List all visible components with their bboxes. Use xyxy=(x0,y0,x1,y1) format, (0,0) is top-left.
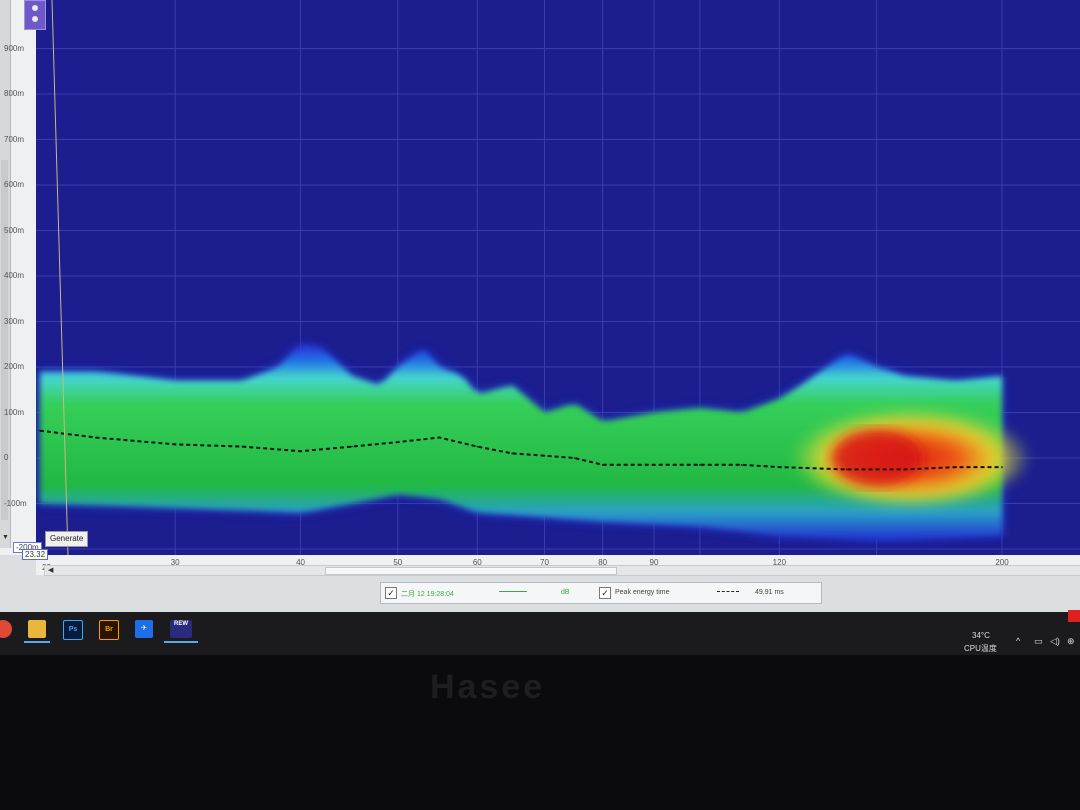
peak-energy-point xyxy=(241,445,244,448)
y-tick-label: 100m xyxy=(4,407,25,417)
spectrogram-plot[interactable] xyxy=(36,0,1080,555)
peak-energy-point xyxy=(397,441,399,443)
scroll-down-arrow-icon[interactable]: ▼ xyxy=(2,534,9,541)
peak-energy-point xyxy=(94,436,97,439)
peak-energy-point xyxy=(39,429,41,432)
chrome-icon[interactable] xyxy=(0,620,12,638)
cpu-temp-label: CPU温度 xyxy=(964,644,997,653)
y-tick-label: 0 xyxy=(4,453,9,462)
peak-energy-point xyxy=(740,464,743,466)
cursor-frequency-field[interactable]: 23.32 xyxy=(22,549,49,560)
peak-energy-point xyxy=(511,452,513,455)
feishu-icon[interactable]: ✈ xyxy=(135,620,153,638)
peak-energy-point xyxy=(1001,466,1003,468)
rew-window: ▼ 900m 800m 700m 600m 500m 400m 300m 200m 100m 0 -… xyxy=(0,0,1080,655)
peak-energy-point xyxy=(476,445,479,448)
peak-energy-point xyxy=(601,464,604,466)
rew-icon[interactable]: REW xyxy=(170,620,192,638)
chevron-up-icon[interactable]: ^ xyxy=(1016,636,1020,646)
network-icon[interactable]: ⊕ xyxy=(1067,636,1075,647)
temperature-readout: 34°C xyxy=(972,631,990,640)
y-tick-label: 600m xyxy=(4,180,25,189)
peak-energy-point xyxy=(438,436,441,439)
entry2-line-sample xyxy=(717,591,739,592)
battery-icon[interactable]: ▭ xyxy=(1034,636,1043,647)
y-tick-label: 700m xyxy=(4,134,25,144)
legend-panel: ✓ 二月 12 19:28:04 dB ✓ Peak energy time 4… xyxy=(380,582,822,604)
peak-energy-point xyxy=(955,466,957,468)
notification-badge-icon[interactable] xyxy=(1068,610,1080,622)
y-tick-label: 300m xyxy=(4,316,25,326)
bridge-icon[interactable]: Br xyxy=(99,620,119,640)
photoshop-icon[interactable]: Ps xyxy=(63,620,83,640)
bezel-brand-logo: Hasee xyxy=(430,668,546,706)
spectrogram-svg xyxy=(36,0,1080,555)
graph-control-handle[interactable] xyxy=(24,0,46,30)
taskbar: Ps Br ✈ REW 34°C CPU温度 ^ ▭ ◁) ⊕ xyxy=(0,612,1080,655)
vertical-scrollbar-thumb[interactable] xyxy=(1,160,8,520)
scroll-left-arrow-icon[interactable]: ◀ xyxy=(48,566,53,574)
y-tick-label: 200m xyxy=(4,362,25,371)
peak-energy-point xyxy=(653,464,655,466)
active-indicator xyxy=(164,641,198,643)
peak-energy-point xyxy=(174,443,176,446)
peak-energy-point xyxy=(573,457,576,459)
peak-energy-point xyxy=(351,445,353,448)
peak-energy-point xyxy=(699,464,701,466)
peak-energy-point xyxy=(845,468,848,471)
y-tick-label: 400m xyxy=(4,271,25,280)
y-axis: ▼ 900m 800m 700m 600m 500m 400m 300m 200m 100m 0 -… xyxy=(0,0,36,555)
control-dot-icon xyxy=(32,16,38,22)
generate-button[interactable]: Generate xyxy=(45,531,89,547)
hot-energy-region xyxy=(789,401,1032,506)
entry1-date: 二月 12 19:28:04 xyxy=(401,591,454,598)
entry2-value: 49.91 ms xyxy=(755,589,784,596)
peak-energy-point xyxy=(543,454,546,457)
hot-region-core xyxy=(831,430,922,486)
peak-energy-point xyxy=(778,466,781,468)
entry2-label: Peak energy time xyxy=(615,589,670,596)
y-tick-label: 900m xyxy=(4,43,25,53)
peak-energy-point xyxy=(903,468,906,471)
entry1-checkbox[interactable]: ✓ xyxy=(385,587,397,599)
y-tick-label: 800m xyxy=(4,89,25,98)
horizontal-scrollbar[interactable]: ◀ xyxy=(44,565,1080,576)
volume-icon[interactable]: ◁) xyxy=(1050,636,1060,647)
y-tick-label: 500m xyxy=(4,225,25,235)
horizontal-scrollbar-thumb[interactable] xyxy=(325,567,617,575)
control-dot-icon xyxy=(32,5,38,11)
entry2-checkbox[interactable]: ✓ xyxy=(599,587,611,599)
peak-energy-point xyxy=(299,450,302,452)
active-indicator xyxy=(24,641,50,643)
file-explorer-icon[interactable] xyxy=(28,620,46,638)
entry1-unit: dB xyxy=(561,589,570,596)
entry1-line-sample xyxy=(499,591,527,592)
y-tick-label: -100m xyxy=(4,498,27,508)
